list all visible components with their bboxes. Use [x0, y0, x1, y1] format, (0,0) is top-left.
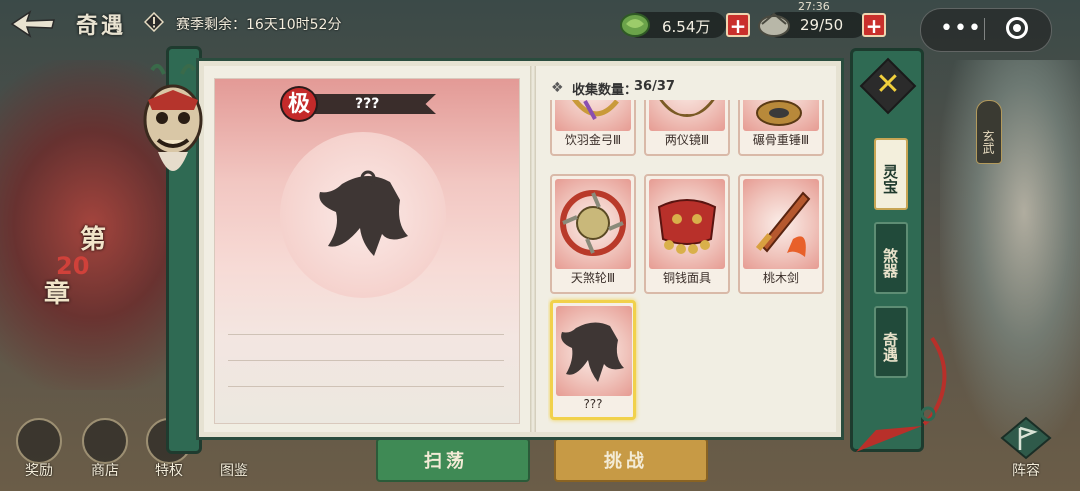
- peach-sword-icon: [743, 179, 819, 269]
- flag-icon[interactable]: [1000, 416, 1052, 460]
- close-icon[interactable]: ✕: [874, 70, 902, 100]
- shop-label[interactable]: 商店: [91, 460, 119, 480]
- coins-value: 6.54万: [662, 18, 711, 36]
- rarity-badge: 极: [280, 86, 318, 122]
- back-arrow-icon[interactable]: [8, 8, 58, 40]
- chapter-suffix: 章: [44, 279, 71, 309]
- item-card-wheel[interactable]: 天煞轮Ⅲ: [550, 174, 636, 294]
- capsule-divider: [984, 18, 985, 40]
- tab-lingbao[interactable]: 灵宝: [874, 138, 908, 210]
- chest-icon[interactable]: [16, 418, 62, 464]
- more-options-icon[interactable]: •••: [940, 16, 982, 41]
- sweep-button-label: 扫荡: [424, 451, 468, 472]
- stamina-icon: [758, 12, 790, 37]
- rewards-label[interactable]: 奖励: [25, 460, 53, 480]
- mirror-icon: [649, 100, 725, 131]
- item-card-bow[interactable]: 饮羽金弓Ⅲ: [550, 100, 636, 156]
- hammer-icon: [743, 100, 819, 131]
- wheel-icon: [555, 179, 631, 269]
- item-card-hammer[interactable]: 碾骨重锤Ⅲ: [738, 100, 824, 156]
- detail-divider: [228, 360, 504, 361]
- coin-mask-icon: [649, 179, 725, 269]
- collection-count-label: 收集数量：: [572, 83, 638, 98]
- collection-grid[interactable]: 饮羽金弓Ⅲ 两仪镜Ⅲ 碾骨重锤Ⅲ 天煞轮Ⅲ 铜钱面具 桃木剑 ???: [548, 100, 830, 426]
- detail-divider: [228, 386, 504, 387]
- item-card-name: ???: [583, 397, 603, 411]
- codex-label[interactable]: 图鉴: [220, 460, 248, 480]
- diamond-icon: ❖: [551, 80, 564, 96]
- item-card-name: 碾骨重锤Ⅲ: [752, 133, 810, 147]
- tassel-decoration-icon: [856, 336, 947, 452]
- xuanwu-tag: 玄武: [976, 100, 1002, 164]
- item-card-unknown[interactable]: ???: [550, 300, 636, 420]
- background-character-right: [940, 60, 1080, 440]
- item-name: ???: [355, 96, 380, 112]
- detail-divider: [228, 334, 504, 335]
- unknown-silhouette-icon: [556, 306, 632, 396]
- privilege-label[interactable]: 特权: [155, 460, 183, 480]
- add-stamina-button[interactable]: +: [862, 13, 886, 37]
- item-card-name: 天煞轮Ⅲ: [570, 271, 616, 285]
- demon-mask-icon: [143, 63, 203, 171]
- bow-icon: [555, 100, 631, 131]
- book-gutter: [530, 66, 536, 432]
- page-title: 奇遇: [76, 14, 127, 39]
- close-miniprogram-icon[interactable]: [1006, 17, 1028, 39]
- item-card-coin-mask[interactable]: 铜钱面具: [644, 174, 730, 294]
- item-card-name: 两仪镜Ⅲ: [664, 133, 710, 147]
- challenge-button-label: 挑战: [604, 451, 648, 472]
- season-remaining-text: 赛季剩余：16天10时52分: [176, 17, 342, 33]
- stamina-value: 29/50: [800, 16, 844, 34]
- warning-icon[interactable]: [144, 12, 164, 32]
- chapter-prefix: 第: [80, 225, 107, 255]
- chapter-number: 20: [56, 252, 90, 280]
- add-coins-button[interactable]: +: [726, 13, 750, 37]
- lineup-label[interactable]: 阵容: [1012, 460, 1040, 480]
- collection-count-value: 36/37: [634, 79, 675, 94]
- item-card-name: 饮羽金弓Ⅲ: [564, 133, 622, 147]
- item-card-name: 桃木剑: [762, 271, 799, 285]
- item-card-mirror[interactable]: 两仪镜Ⅲ: [644, 100, 730, 156]
- top-bar: 奇遇 赛季剩余：16天10时52分 6.54万 + 27:36 29/50 + …: [0, 0, 1080, 52]
- shop-icon[interactable]: [82, 418, 128, 464]
- jade-coin-icon: [620, 13, 650, 37]
- item-card-peach-sword[interactable]: 桃木剑: [738, 174, 824, 294]
- item-card-name: 铜钱面具: [662, 271, 711, 285]
- unknown-item-silhouette-icon: [319, 170, 408, 256]
- tab-shaqi[interactable]: 煞器: [874, 222, 908, 294]
